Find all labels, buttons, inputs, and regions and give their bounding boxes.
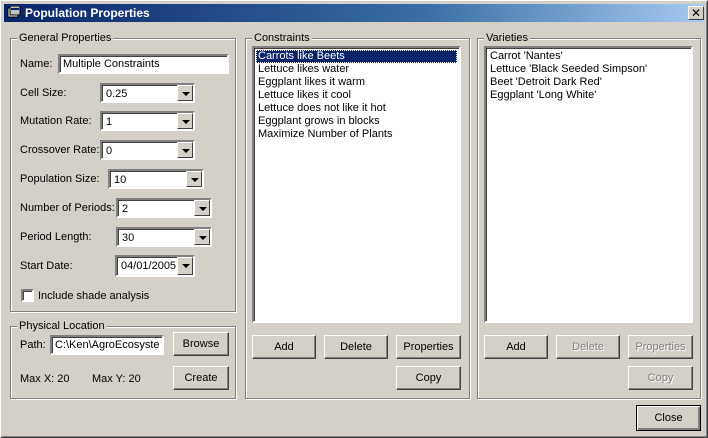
browse-button[interactable]: Browse	[173, 332, 229, 356]
shade-analysis-label[interactable]: Include shade analysis	[38, 290, 149, 302]
number-of-periods-select[interactable]: 2	[116, 198, 212, 218]
title-bar[interactable]: Population Properties ✕	[4, 4, 704, 22]
app-icon	[7, 6, 21, 18]
mutation-rate-value: 1	[106, 116, 113, 128]
chevron-down-icon[interactable]	[177, 142, 193, 158]
list-item[interactable]: Maximize Number of Plants	[256, 128, 457, 141]
cell-size-value: 0.25	[106, 88, 128, 100]
crossover-rate-value: 0	[106, 145, 113, 157]
number-of-periods-label: Number of Periods:	[20, 202, 115, 214]
chevron-down-icon[interactable]	[177, 113, 193, 129]
max-y-label: Max Y: 20	[92, 373, 141, 385]
start-date-value: 04/01/2005	[121, 260, 177, 272]
list-item[interactable]: Eggplant likes it warm	[256, 76, 457, 89]
mutation-rate-label: Mutation Rate:	[20, 115, 92, 127]
population-size-select[interactable]: 10	[108, 169, 204, 189]
population-size-value: 10	[114, 174, 127, 186]
list-item[interactable]: Lettuce does not like it hot	[256, 102, 457, 115]
population-properties-window: Population Properties ✕ General Properti…	[0, 0, 708, 438]
period-length-value: 30	[122, 232, 135, 244]
mutation-rate-select[interactable]: 1	[100, 111, 195, 131]
path-field[interactable]: C:\Ken\AgroEcosyste	[50, 335, 164, 355]
list-item[interactable]: Beet 'Detroit Dark Red'	[488, 76, 689, 89]
start-date-label: Start Date:	[20, 260, 73, 272]
path-label: Path:	[20, 339, 46, 351]
constraint-add-button[interactable]: Add	[252, 335, 316, 359]
constraints-legend: Constraints	[252, 32, 312, 44]
list-item[interactable]: Lettuce likes water	[256, 63, 457, 76]
variety-properties-button[interactable]: Properties	[628, 335, 693, 359]
chevron-down-icon[interactable]	[177, 257, 193, 275]
list-item[interactable]: Eggplant grows in blocks	[256, 115, 457, 128]
variety-add-button[interactable]: Add	[484, 335, 548, 359]
period-length-label: Period Length:	[20, 231, 92, 243]
crossover-rate-label: Crossover Rate:	[20, 144, 100, 156]
varieties-legend: Varieties	[484, 32, 530, 44]
varieties-list[interactable]: Carrot 'Nantes' Lettuce 'Black Seeded Si…	[484, 46, 693, 323]
constraint-properties-button[interactable]: Properties	[396, 335, 461, 359]
constraint-delete-button[interactable]: Delete	[324, 335, 388, 359]
cell-size-select[interactable]: 0.25	[100, 83, 195, 103]
max-x-label: Max X: 20	[20, 373, 70, 385]
crossover-rate-select[interactable]: 0	[100, 140, 195, 160]
cell-size-label: Cell Size:	[20, 87, 67, 99]
constraint-copy-button[interactable]: Copy	[396, 366, 461, 390]
list-item[interactable]: Eggplant 'Long White'	[488, 89, 689, 102]
constraints-list[interactable]: Carrots like Beets Lettuce likes water E…	[252, 46, 461, 323]
list-item[interactable]: Lettuce 'Black Seeded Simpson'	[488, 63, 689, 76]
list-item[interactable]: Carrots like Beets	[256, 50, 457, 63]
shade-analysis-checkbox[interactable]	[21, 289, 34, 302]
close-button[interactable]: Close	[636, 405, 701, 431]
chevron-down-icon[interactable]	[194, 200, 210, 216]
general-properties-legend: General Properties	[17, 32, 114, 44]
number-of-periods-value: 2	[122, 203, 129, 215]
chevron-down-icon[interactable]	[186, 171, 202, 187]
window-title: Population Properties	[25, 6, 150, 20]
list-item[interactable]: Lettuce likes it cool	[256, 89, 457, 102]
variety-delete-button[interactable]: Delete	[556, 335, 620, 359]
name-field[interactable]: Multiple Constraints	[58, 54, 229, 74]
list-item[interactable]: Carrot 'Nantes'	[488, 50, 689, 63]
chevron-down-icon[interactable]	[194, 229, 210, 245]
physical-location-legend: Physical Location	[17, 320, 107, 332]
chevron-down-icon[interactable]	[177, 85, 193, 101]
create-button[interactable]: Create	[173, 366, 229, 390]
name-label: Name:	[20, 58, 53, 70]
variety-copy-button[interactable]: Copy	[628, 366, 693, 390]
start-date-picker[interactable]: 04/01/2005	[115, 255, 195, 277]
period-length-select[interactable]: 30	[116, 227, 212, 247]
close-window-icon[interactable]: ✕	[688, 6, 704, 20]
population-size-label: Population Size:	[20, 173, 100, 185]
